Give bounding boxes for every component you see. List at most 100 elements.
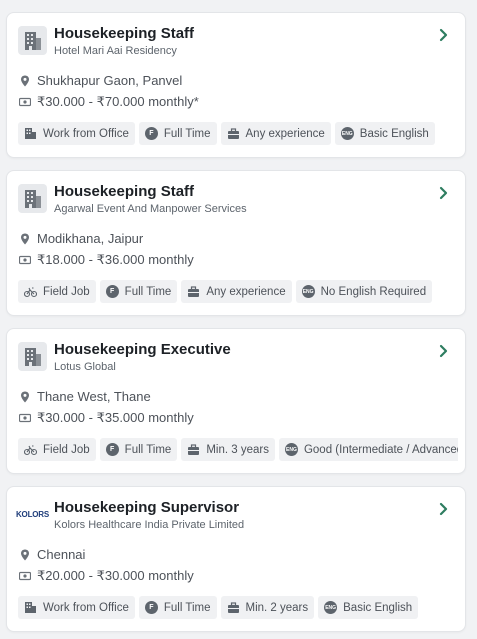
location-pin-icon	[21, 549, 29, 560]
cash-icon	[19, 571, 31, 581]
tag-experience: Any experience	[181, 280, 292, 303]
tag-label: Basic English	[343, 601, 413, 614]
tag-english: ENG Good (Intermediate / Advanced	[278, 438, 458, 461]
job-salary: ₹30.000 - ₹35.000 monthly	[19, 410, 194, 426]
company-name: Hotel Mari Aai Residency	[54, 45, 177, 57]
salary-text: ₹30.000 - ₹35.000 monthly	[37, 410, 194, 425]
job-card[interactable]: Housekeeping Staff Agarwal Event And Man…	[6, 170, 466, 316]
cash-icon	[19, 97, 31, 107]
job-list: Housekeeping Staff Hotel Mari Aai Reside…	[6, 12, 466, 639]
cash-icon	[19, 413, 31, 423]
company-name: Agarwal Event And Manpower Services	[54, 203, 247, 215]
job-location: Modikhana, Jaipur	[19, 231, 143, 246]
tag-label: Field Job	[43, 285, 90, 298]
job-salary: ₹20.000 - ₹30.000 monthly	[19, 568, 194, 584]
tag-label: Any experience	[206, 285, 286, 298]
tag-experience: Any experience	[220, 122, 331, 145]
company-name: Lotus Global	[54, 361, 116, 373]
tag-english: ENG Basic English	[318, 596, 419, 619]
building-icon	[24, 347, 41, 366]
location-text: Shukhapur Gaon, Panvel	[37, 73, 183, 88]
english-icon: ENG	[284, 443, 298, 456]
job-location: Shukhapur Gaon, Panvel	[19, 73, 182, 88]
job-location: Chennai	[19, 547, 85, 562]
job-title[interactable]: Housekeeping Supervisor	[54, 499, 239, 516]
tag-label: Full Time	[163, 601, 211, 614]
office-icon	[25, 128, 36, 139]
salary-text: ₹30.000 - ₹70.000 monthly*	[37, 94, 199, 109]
tag-label: Work from Office	[43, 601, 129, 614]
tag-label: Min. 3 years	[206, 443, 269, 456]
briefcase-icon	[227, 602, 239, 613]
tag-experience: Min. 3 years	[181, 438, 275, 461]
briefcase-icon	[227, 128, 239, 139]
salary-text: ₹20.000 - ₹30.000 monthly	[37, 568, 194, 583]
tag-work-mode: Field Job	[18, 280, 96, 303]
location-pin-icon	[21, 75, 29, 86]
office-icon	[25, 602, 36, 613]
location-pin-icon	[21, 391, 29, 402]
chevron-right-icon[interactable]	[437, 502, 451, 516]
english-icon: ENG	[301, 285, 315, 298]
location-text: Modikhana, Jaipur	[37, 231, 144, 246]
tag-label: Full Time	[163, 127, 211, 140]
tag-job-type: F Full Time	[138, 596, 217, 619]
tag-label: Full Time	[124, 285, 172, 298]
tag-label: Full Time	[124, 443, 172, 456]
bike-icon	[24, 445, 37, 456]
tag-job-type: F Full Time	[99, 280, 178, 303]
job-title[interactable]: Housekeeping Executive	[54, 341, 231, 358]
job-card[interactable]: KOLORS Housekeeping Supervisor Kolors He…	[6, 486, 466, 632]
chevron-right-icon[interactable]	[437, 344, 451, 358]
english-icon: ENG	[324, 601, 338, 614]
tag-label: Good (Intermediate / Advanced	[303, 443, 458, 456]
job-card[interactable]: Housekeeping Staff Hotel Mari Aai Reside…	[6, 12, 466, 158]
tag-job-type: F Full Time	[99, 438, 178, 461]
tag-label: Min. 2 years	[245, 601, 309, 614]
building-icon	[24, 31, 41, 50]
location-pin-icon	[21, 233, 29, 244]
chevron-right-icon[interactable]	[437, 28, 451, 42]
job-card[interactable]: Housekeeping Executive Lotus Global Than…	[6, 328, 466, 474]
tag-label: Field Job	[43, 443, 90, 456]
bike-icon	[24, 287, 37, 298]
job-tags: Field Job F Full Time Min. 3 years ENG G…	[18, 438, 458, 461]
company-logo	[18, 26, 47, 55]
location-text: Thane West, Thane	[37, 389, 151, 404]
tag-label: Work from Office	[43, 127, 129, 140]
tag-label: No English Required	[320, 285, 427, 298]
chevron-right-icon[interactable]	[437, 186, 451, 200]
cash-icon	[19, 255, 31, 265]
tag-label: Any experience	[245, 127, 325, 140]
tag-work-mode: Work from Office	[18, 596, 135, 619]
building-icon	[24, 189, 41, 208]
job-tags: Work from Office F Full Time Any experie…	[18, 122, 458, 145]
company-name: Kolors Healthcare India Private Limited	[54, 519, 245, 531]
job-tags: Work from Office F Full Time Min. 2 year…	[18, 596, 458, 619]
briefcase-icon	[188, 286, 200, 297]
fulltime-icon: F	[105, 443, 119, 456]
tag-work-mode: Field Job	[18, 438, 96, 461]
company-logo	[18, 184, 47, 213]
location-text: Chennai	[37, 547, 86, 562]
fulltime-icon: F	[105, 285, 119, 298]
job-title[interactable]: Housekeeping Staff	[54, 183, 194, 200]
salary-text: ₹18.000 - ₹36.000 monthly	[37, 252, 194, 267]
tag-english: ENG No English Required	[295, 280, 433, 303]
fulltime-icon: F	[144, 127, 158, 140]
tag-experience: Min. 2 years	[220, 596, 315, 619]
briefcase-icon	[188, 444, 200, 455]
fulltime-icon: F	[144, 601, 158, 614]
company-logo: KOLORS	[15, 500, 50, 529]
job-salary: ₹30.000 - ₹70.000 monthly*	[19, 94, 199, 110]
kolors-logo: KOLORS	[15, 509, 50, 519]
english-icon: ENG	[340, 127, 354, 140]
tag-work-mode: Work from Office	[18, 122, 135, 145]
tag-label: Basic English	[359, 127, 429, 140]
job-salary: ₹18.000 - ₹36.000 monthly	[19, 252, 194, 268]
tag-english: ENG Basic English	[334, 122, 435, 145]
job-location: Thane West, Thane	[19, 389, 151, 404]
tag-job-type: F Full Time	[138, 122, 217, 145]
job-title[interactable]: Housekeeping Staff	[54, 25, 194, 42]
company-logo	[18, 342, 47, 371]
